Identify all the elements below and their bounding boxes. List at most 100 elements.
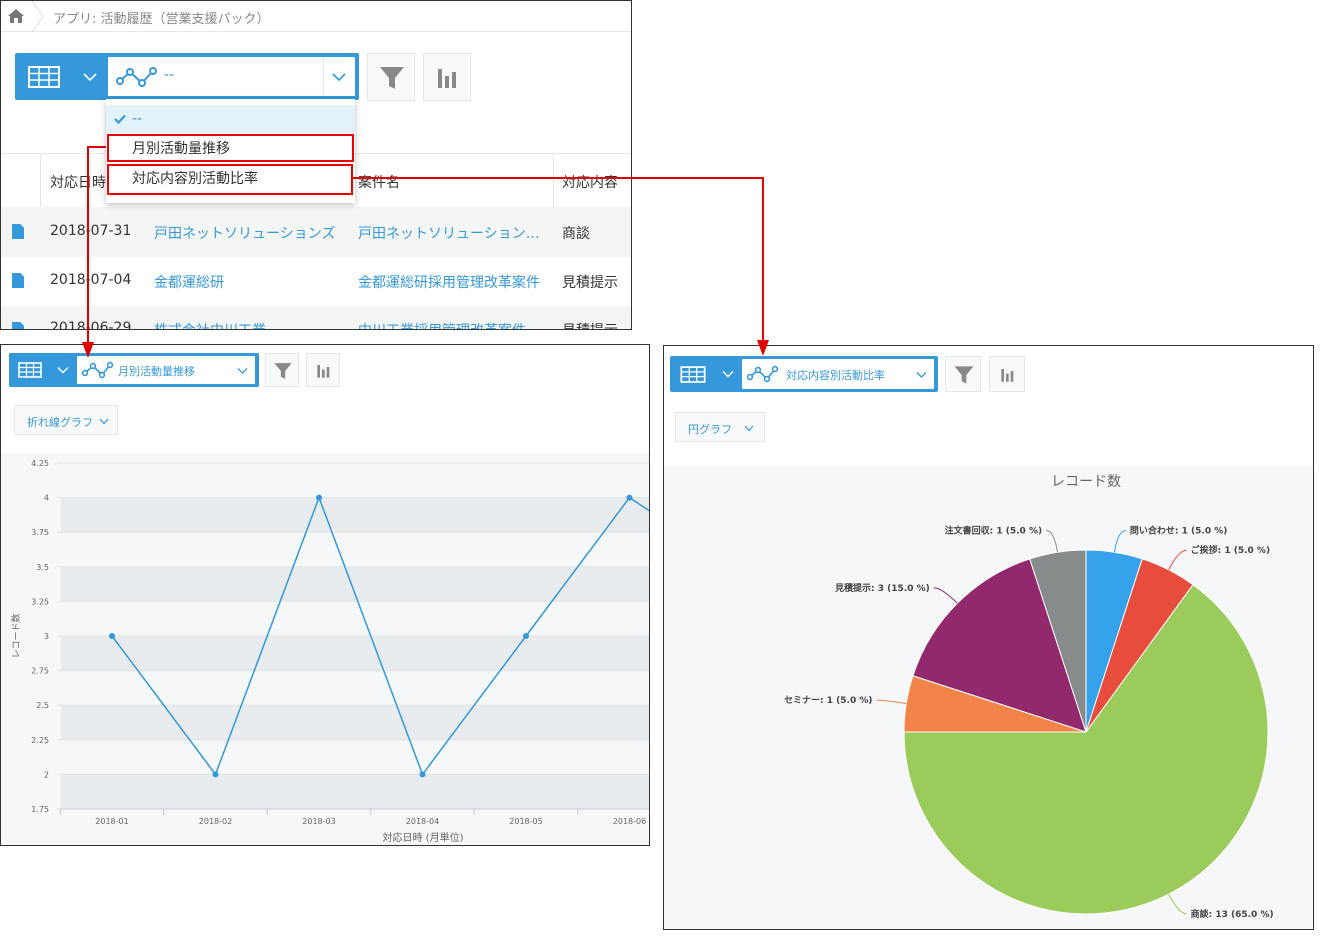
top-panel: アプリ: 活動履歴（営業支援パック） -- 対応日時 案件名 対応内容 2018…: [0, 0, 632, 330]
grid-band: [61, 739, 649, 775]
document-icon[interactable]: [12, 322, 24, 329]
table-view-icon: [18, 362, 42, 378]
chart-type-button[interactable]: 円グラフ: [675, 412, 765, 442]
graph-select-value: 月別活動量推移: [118, 365, 195, 378]
slice-label: 注文書回収: 1 (5.0 %): [945, 525, 1042, 537]
grid-band: [61, 463, 649, 498]
cell-type: 見積提示: [562, 275, 618, 291]
y-tick-label: 2.5: [36, 701, 49, 710]
column-header-date[interactable]: 対応日時: [50, 172, 106, 192]
view-list-button[interactable]: [670, 356, 742, 392]
cell-customer[interactable]: 戸田ネットソリューションズ: [154, 223, 344, 243]
x-tick-label: 2018-05: [509, 817, 542, 826]
x-tick-label: 2018-06: [613, 817, 646, 826]
y-tick-label: 3: [44, 632, 49, 641]
view-selector: --: [15, 53, 359, 100]
document-icon[interactable]: [12, 224, 24, 239]
y-tick-label: 2.75: [31, 667, 49, 676]
breadcrumb-separator: [31, 1, 44, 32]
graph-button[interactable]: [423, 53, 471, 101]
y-tick-label: 3.75: [31, 528, 49, 537]
cell-project[interactable]: 金都運総研採用管理改革案件: [358, 272, 548, 292]
bar-chart-icon: [1001, 369, 1014, 382]
cell-project[interactable]: 戸田ネットソリューション…: [358, 223, 543, 243]
filter-icon: [274, 363, 292, 379]
filter-button[interactable]: [265, 353, 299, 387]
dropdown-item-none[interactable]: --: [106, 105, 355, 133]
data-point: [316, 494, 322, 501]
column-divider: [553, 154, 554, 208]
pie-chart-panel: 対応内容別活動比率 円グラフ レコード数問い合わせ: 1 (5.0 %) ご挨拶:…: [663, 345, 1314, 930]
grid-band: [61, 601, 649, 636]
chevron-down-icon: [744, 425, 754, 432]
cell-date: 2018-06-29: [50, 320, 132, 330]
cell-date: 2018-07-31: [50, 223, 132, 239]
document-icon[interactable]: [12, 273, 24, 288]
cell-customer[interactable]: 株式会社中川工業: [154, 320, 344, 329]
highlight-box-monthly: [107, 134, 354, 162]
x-tick-label: 2018-04: [406, 817, 439, 826]
view-selector: 対応内容別活動比率: [670, 356, 938, 392]
y-tick-label: 4: [44, 494, 49, 503]
data-point: [109, 633, 115, 639]
chevron-down-icon: [916, 372, 927, 378]
table-view-icon: [680, 366, 706, 383]
view-list-button[interactable]: [15, 53, 107, 100]
line-chart-panel: 月別活動量推移 折れ線グラフ 4.25 4 3.75 3.5 3.25 3 2.75 2.5 2…: [0, 344, 650, 846]
slice-label: 問い合わせ: 1 (5.0 %): [1130, 525, 1227, 537]
graph-select-value: 対応内容別活動比率: [786, 369, 885, 382]
grid-band: [61, 497, 649, 533]
grid-band: [61, 670, 649, 706]
slice-label: 見積提示: 3 (15.0 %): [834, 582, 930, 594]
y-tick-label: 3.5: [36, 563, 49, 572]
home-icon[interactable]: [8, 9, 24, 23]
graph-select[interactable]: 対応内容別活動比率: [742, 359, 934, 389]
chart-title: レコード数: [1051, 474, 1121, 490]
chevron-down-icon: [83, 73, 97, 82]
line-graph-icon: [747, 365, 779, 383]
x-tick-label: 2018-03: [302, 817, 335, 826]
filter-button[interactable]: [945, 356, 981, 392]
graph-select[interactable]: --: [108, 57, 355, 96]
chevron-down-icon: [237, 368, 248, 374]
dropdown-item-label: --: [132, 111, 143, 127]
graph-select-value: --: [164, 67, 175, 83]
cell-type: 商談: [562, 226, 590, 242]
graph-select[interactable]: 月別活動量推移: [77, 356, 255, 384]
table-row[interactable]: 2018-07-04 金都運総研 金都運総研採用管理改革案件 見積提示: [1, 257, 631, 306]
filter-icon: [380, 67, 404, 89]
view-selector: 月別活動量推移: [9, 353, 259, 387]
data-point: [626, 494, 633, 501]
chart-type-button[interactable]: 折れ線グラフ: [14, 405, 118, 435]
chevron-down-icon: [332, 73, 346, 82]
cell-type: 見積提示: [562, 320, 618, 329]
cell-customer[interactable]: 金都運総研: [154, 272, 344, 292]
column-header-project[interactable]: 案件名: [358, 172, 400, 192]
data-point: [212, 771, 219, 778]
view-list-button[interactable]: [9, 353, 75, 387]
graph-button[interactable]: [306, 353, 340, 387]
y-tick-label: 2: [44, 770, 49, 779]
breadcrumb-app-name[interactable]: アプリ: 活動履歴（営業支援パック）: [53, 8, 270, 27]
chevron-down-icon: [57, 367, 69, 374]
slice-label: 商談: 13 (65.0 %): [1191, 908, 1274, 920]
grid-band: [61, 532, 649, 567]
x-axis-title: 対応日時 (月単位): [383, 831, 464, 844]
table-view-icon: [28, 66, 60, 88]
column-header-type[interactable]: 対応内容: [562, 172, 618, 192]
grid-band: [61, 636, 649, 671]
slice-label: ご挨拶: 1 (5.0 %): [1191, 544, 1270, 556]
check-icon: [114, 114, 126, 124]
breadcrumb: アプリ: 活動履歴（営業支援パック）: [1, 1, 631, 32]
y-tick-label: 3.25: [31, 597, 49, 606]
cell-project[interactable]: 中川工業採用管理改革案件: [358, 320, 548, 329]
table-row[interactable]: 2018-07-31 戸田ネットソリューションズ 戸田ネットソリューション… 商…: [1, 207, 631, 257]
cell-date: 2018-07-04: [50, 272, 132, 288]
filter-icon: [954, 366, 974, 384]
graph-button[interactable]: [989, 356, 1025, 392]
line-graph-icon: [116, 67, 157, 87]
filter-button[interactable]: [367, 53, 415, 101]
chart-type-label: 円グラフ: [688, 423, 732, 436]
y-tick-label: 1.75: [31, 805, 49, 814]
table-row[interactable]: 2018-06-29 株式会社中川工業 中川工業採用管理改革案件 見積提示: [1, 306, 631, 330]
